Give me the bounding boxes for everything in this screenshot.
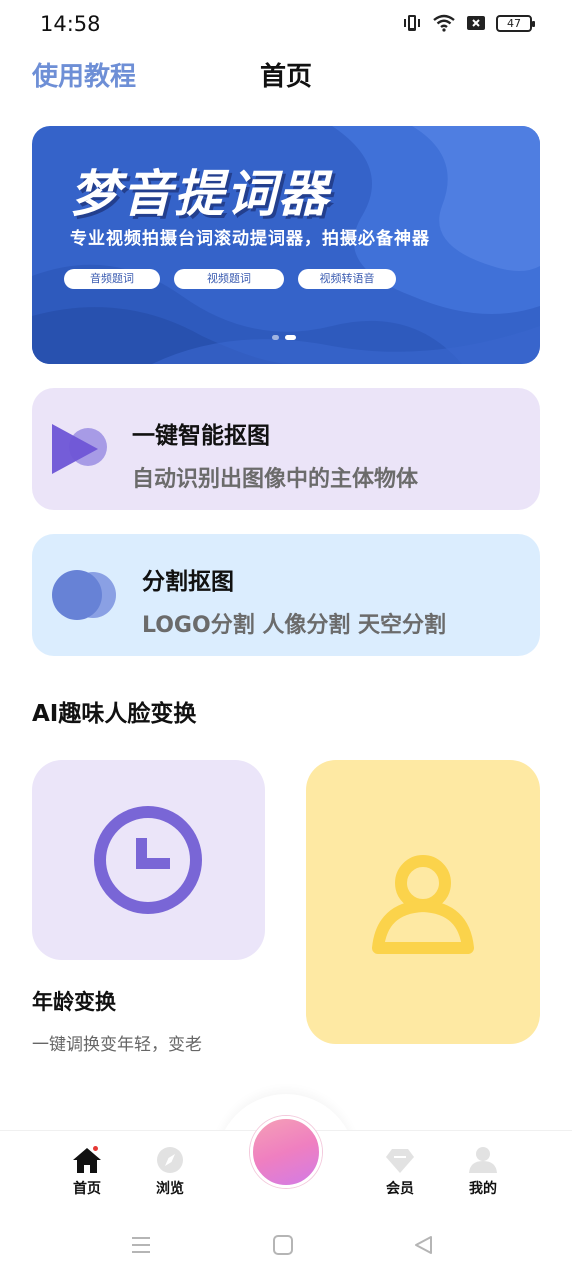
compass-icon bbox=[157, 1147, 183, 1173]
segment-circles-icon bbox=[52, 570, 116, 620]
banner-tag: 视频题词 bbox=[174, 269, 284, 289]
play-cutout-icon bbox=[52, 424, 107, 474]
nav-item-home[interactable]: 首页 bbox=[57, 1146, 117, 1198]
carousel-dot bbox=[272, 335, 279, 340]
smart-cutout-card[interactable]: 一键智能抠图 自动识别出图像中的主体物体 bbox=[32, 388, 540, 510]
card-subtitle: LOGO分割 人像分割 天空分割 bbox=[142, 613, 447, 638]
status-time: 14:58 bbox=[40, 12, 101, 36]
nav-item-browse[interactable]: 浏览 bbox=[140, 1146, 200, 1198]
banner-subtitle: 专业视频拍摄台词滚动提词器，拍摄必备神器 bbox=[70, 229, 430, 249]
carousel-indicator bbox=[272, 335, 296, 340]
tutorial-link[interactable]: 使用教程 bbox=[32, 56, 136, 93]
nav-item-member[interactable]: 会员 bbox=[370, 1146, 430, 1198]
nav-label: 浏览 bbox=[156, 1181, 184, 1197]
nav-label: 我的 bbox=[469, 1181, 497, 1197]
carousel-dot-active bbox=[285, 335, 296, 340]
nav-label: 会员 bbox=[386, 1181, 414, 1197]
banner-title: 梦音提词器 bbox=[70, 165, 330, 223]
profile-icon bbox=[469, 1147, 497, 1173]
wifi-icon bbox=[433, 14, 455, 32]
face-change-tile[interactable] bbox=[306, 760, 540, 1044]
home-icon bbox=[73, 1148, 101, 1173]
segment-cutout-card[interactable]: 分割抠图 LOGO分割 人像分割 天空分割 bbox=[32, 534, 540, 656]
status-bar: 14:58 47 bbox=[0, 0, 572, 50]
card-title: 一键智能抠图 bbox=[132, 423, 270, 449]
notification-dot bbox=[93, 1146, 98, 1151]
home-square-icon[interactable] bbox=[272, 1234, 294, 1256]
status-icons: 47 bbox=[402, 14, 535, 32]
back-triangle-icon[interactable] bbox=[412, 1234, 434, 1256]
age-change-subtitle: 一键调换变年轻，变老 bbox=[32, 1035, 202, 1055]
age-change-title: 年龄变换 bbox=[32, 990, 116, 1014]
banner-tag: 视频转语音 bbox=[298, 269, 396, 289]
person-icon bbox=[372, 855, 474, 954]
card-title: 分割抠图 bbox=[142, 569, 234, 595]
card-subtitle: 自动识别出图像中的主体物体 bbox=[132, 467, 419, 492]
banner-tag: 音频题词 bbox=[64, 269, 160, 289]
center-action-button[interactable] bbox=[250, 1116, 322, 1188]
vibrate-icon bbox=[404, 15, 420, 31]
clock-icon bbox=[94, 806, 202, 914]
menu-icon[interactable] bbox=[130, 1234, 152, 1256]
diamond-icon bbox=[386, 1149, 414, 1173]
nav-label: 首页 bbox=[73, 1181, 101, 1197]
promo-banner[interactable]: 梦音提词器 专业视频拍摄台词滚动提词器，拍摄必备神器 音频题词 视频题词 视频转… bbox=[32, 126, 540, 364]
no-sim-icon bbox=[467, 16, 485, 30]
section-title: AI趣味人脸变换 bbox=[32, 701, 197, 727]
age-change-tile[interactable] bbox=[32, 760, 265, 960]
battery-icon: 47 bbox=[496, 14, 535, 32]
banner-tags: 音频题词 视频题词 视频转语音 bbox=[64, 269, 396, 289]
system-nav-bar bbox=[0, 1212, 572, 1280]
nav-item-profile[interactable]: 我的 bbox=[453, 1146, 513, 1198]
